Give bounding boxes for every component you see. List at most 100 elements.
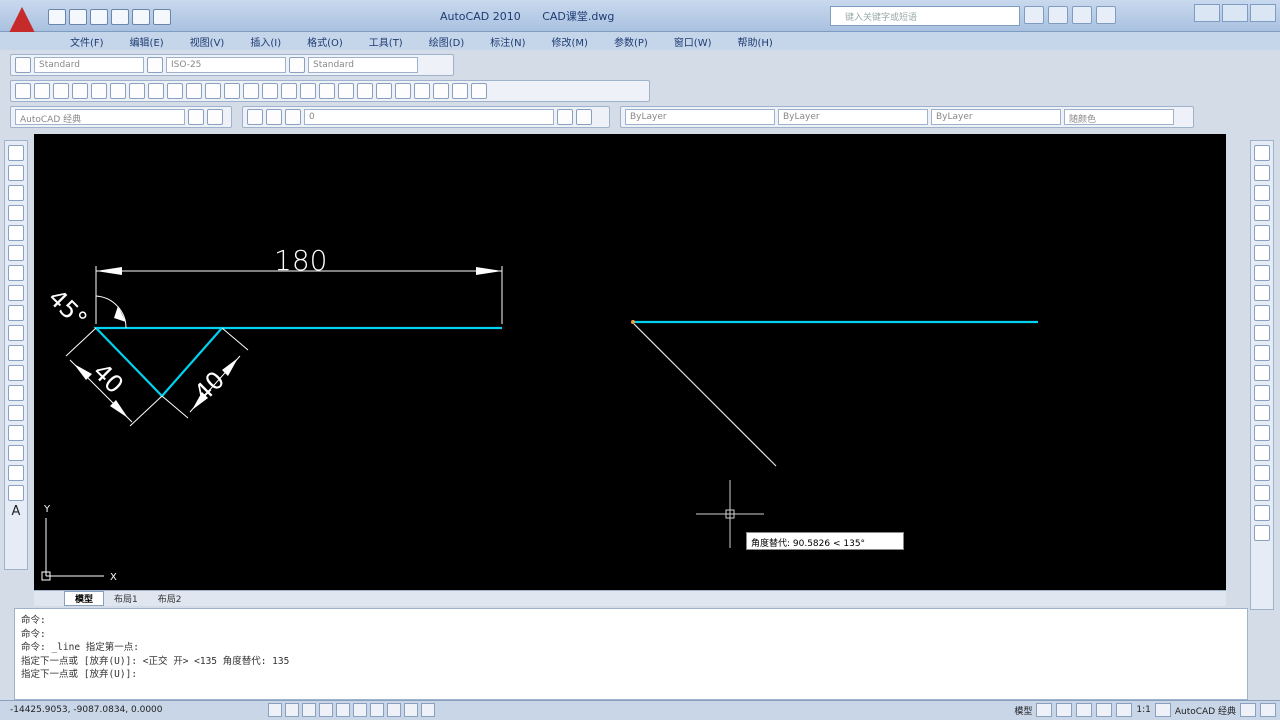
toolbar-help-icon[interactable]	[471, 83, 487, 99]
multiline-text-icon[interactable]: A	[8, 505, 24, 521]
sheet-set-icon[interactable]	[414, 83, 430, 99]
steering-wheel-icon[interactable]	[1116, 703, 1133, 717]
workspace-select[interactable]: AutoCAD 经典	[15, 109, 185, 125]
gradient-icon[interactable]	[8, 445, 24, 461]
quick-properties-toggle-icon[interactable]	[421, 703, 435, 717]
region-icon[interactable]	[8, 465, 24, 481]
scale-icon[interactable]	[1254, 285, 1270, 301]
construction-line-icon[interactable]	[8, 165, 24, 181]
object-snap-icon[interactable]	[1254, 505, 1270, 521]
offset-icon[interactable]	[1254, 205, 1270, 221]
redo-icon[interactable]	[132, 9, 150, 25]
publish-icon[interactable]	[110, 83, 126, 99]
layer-manager-icon[interactable]	[247, 109, 263, 125]
break-icon[interactable]	[1254, 385, 1270, 401]
communication-icon[interactable]	[1048, 6, 1068, 24]
menu-window[interactable]: 窗口(W)	[664, 32, 722, 50]
menu-draw[interactable]: 绘图(D)	[419, 32, 475, 50]
extend-icon[interactable]	[1254, 345, 1270, 361]
dim-style-select[interactable]: ISO-25	[166, 57, 286, 73]
table-icon[interactable]	[8, 485, 24, 501]
chamfer-icon[interactable]	[1254, 425, 1270, 441]
sun-icon[interactable]	[285, 109, 301, 125]
draw-order-icon[interactable]	[1254, 485, 1270, 501]
rectangle-icon[interactable]	[8, 225, 24, 241]
join-icon[interactable]	[1254, 405, 1270, 421]
annotation-visibility-icon[interactable]	[1154, 703, 1171, 717]
mirror-icon[interactable]	[1254, 185, 1270, 201]
drawing-canvas[interactable]: 180 45° 40 40 Y X	[34, 134, 1226, 590]
dyn-toggle-icon[interactable]	[387, 703, 401, 717]
copy-icon[interactable]	[167, 83, 183, 99]
model-space-label[interactable]: 模型	[1014, 704, 1032, 717]
undo-toolbar-icon[interactable]	[243, 83, 259, 99]
layer-select[interactable]: 0	[304, 109, 554, 125]
undo-icon[interactable]	[111, 9, 129, 25]
erase-icon[interactable]	[1254, 145, 1270, 161]
clean-screen-icon[interactable]	[1260, 703, 1276, 717]
quick-view-drawings-icon[interactable]	[1056, 703, 1073, 717]
3d-publish-icon[interactable]	[129, 83, 145, 99]
zoom-previous-icon[interactable]	[338, 83, 354, 99]
insert-block-icon[interactable]	[8, 365, 24, 381]
break-at-point-icon[interactable]	[1254, 365, 1270, 381]
spline-icon[interactable]	[8, 305, 24, 321]
revcloud-icon[interactable]	[8, 285, 24, 301]
tab-layout1[interactable]: 布局1	[104, 592, 148, 605]
zoom-realtime-icon[interactable]	[300, 83, 316, 99]
menu-tools[interactable]: 工具(T)	[359, 32, 413, 50]
menu-parametric[interactable]: 参数(P)	[604, 32, 658, 50]
menu-dimension[interactable]: 标注(N)	[480, 32, 535, 50]
annotation-scale[interactable]: 1:1	[1136, 705, 1150, 715]
minimize-button[interactable]	[1194, 4, 1220, 22]
command-window[interactable]: 命令: 命令: 命令: _line 指定第一点: 指定下一点或 [放弃(U)]:…	[14, 608, 1248, 700]
otrack-toggle-icon[interactable]	[353, 703, 367, 717]
drawn-shape-polyline[interactable]	[93, 326, 502, 398]
layer-previous-icon[interactable]	[576, 109, 592, 125]
new-icon[interactable]	[15, 83, 31, 99]
polyline-icon[interactable]	[8, 185, 24, 201]
plotstyle-select[interactable]: 随颜色	[1064, 109, 1174, 125]
snap-toggle-icon[interactable]	[268, 703, 282, 717]
markup-icon[interactable]	[433, 83, 449, 99]
menu-format[interactable]: 格式(O)	[297, 32, 353, 50]
save-file-icon[interactable]	[53, 83, 69, 99]
table-style-select[interactable]: Standard	[308, 57, 418, 73]
menu-help[interactable]: 帮助(H)	[728, 32, 783, 50]
tool-palettes-icon[interactable]	[395, 83, 411, 99]
move-icon[interactable]	[1254, 245, 1270, 261]
make-current-icon[interactable]	[557, 109, 573, 125]
dimension-icon[interactable]	[1254, 525, 1270, 541]
cut-icon[interactable]	[148, 83, 164, 99]
point-icon[interactable]	[8, 405, 24, 421]
plot-icon[interactable]	[153, 9, 171, 25]
design-center-icon[interactable]	[376, 83, 392, 99]
workspace-save-icon[interactable]	[207, 109, 223, 125]
block-editor-icon[interactable]	[224, 83, 240, 99]
polar-toggle-icon[interactable]	[319, 703, 333, 717]
hatch-icon[interactable]	[8, 425, 24, 441]
paste-icon[interactable]	[186, 83, 202, 99]
osnap-toggle-icon[interactable]	[336, 703, 350, 717]
close-button[interactable]	[1250, 4, 1276, 22]
new-file-icon[interactable]	[48, 9, 66, 25]
pan-status-icon[interactable]	[1076, 703, 1093, 717]
open-icon[interactable]	[34, 83, 50, 99]
menu-modify[interactable]: 修改(M)	[542, 32, 598, 50]
tab-layout2[interactable]: 布局2	[148, 592, 192, 605]
stretch-icon[interactable]	[1254, 305, 1270, 321]
search-input[interactable]: 键入关键字或短语	[830, 6, 1020, 26]
command-prompt-line[interactable]: 指定下一点或 [放弃(U)]:	[21, 666, 1241, 680]
lineweight-toggle-icon[interactable]	[404, 703, 418, 717]
preview-icon[interactable]	[91, 83, 107, 99]
open-file-icon[interactable]	[69, 9, 87, 25]
redo-toolbar-icon[interactable]	[262, 83, 278, 99]
trim-icon[interactable]	[1254, 325, 1270, 341]
polygon-icon[interactable]	[8, 205, 24, 221]
text-style-select[interactable]: Standard	[34, 57, 144, 73]
pan-icon[interactable]	[281, 83, 297, 99]
dim-style-icon[interactable]	[147, 57, 163, 73]
quick-view-layouts-icon[interactable]	[1036, 703, 1053, 717]
print-icon[interactable]	[72, 83, 88, 99]
lineweight-select[interactable]: ByLayer	[931, 109, 1061, 125]
